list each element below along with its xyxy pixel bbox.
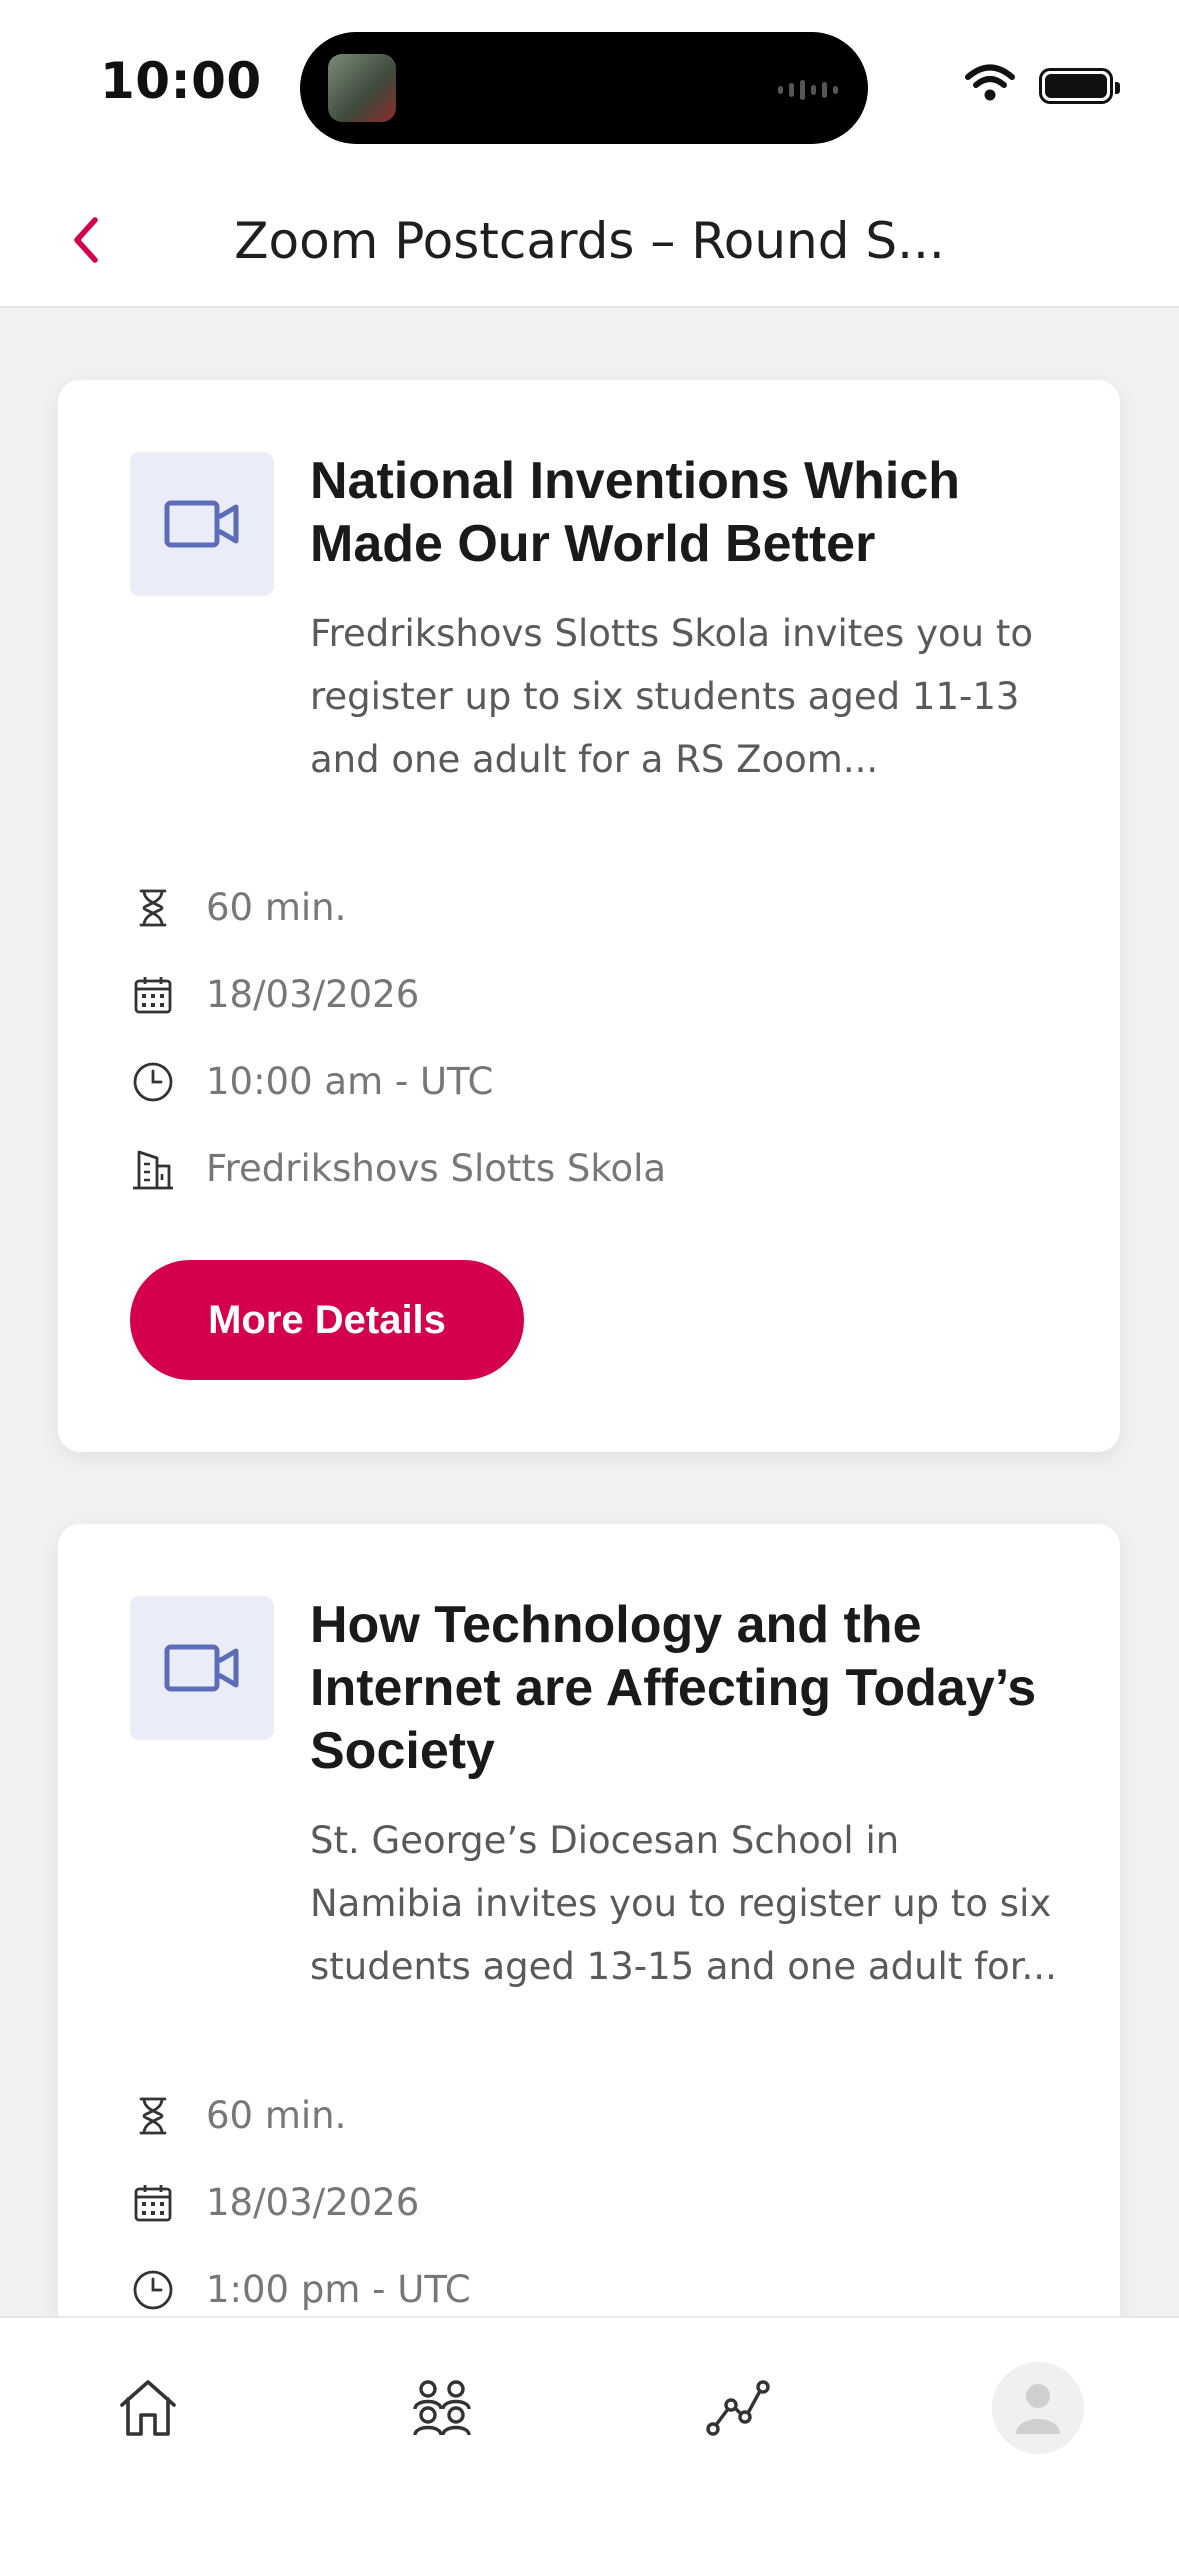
event-list[interactable]: National Inventions Which Made Our World… [0,310,1179,2316]
status-icons [965,64,1120,107]
audio-wave-icon [778,80,838,100]
wifi-icon [965,64,1015,107]
status-bar: 10:00 [0,0,1179,170]
duration-row: 60 min. [130,864,1080,951]
video-camera-icon [130,452,274,596]
building-icon [130,1146,176,1192]
status-time: 10:00 [100,52,262,110]
back-button[interactable] [56,210,116,270]
event-title: National Inventions Which Made Our World… [310,452,961,573]
tab-home[interactable] [98,2358,198,2458]
more-details-button[interactable]: More Details [130,1260,524,1380]
tab-bar [0,2316,1179,2556]
clock-icon [130,1059,176,1105]
time-text: 10:00 am - UTC [206,1060,494,1103]
event-card[interactable]: National Inventions Which Made Our World… [58,380,1120,1452]
event-meta: 60 min. 18/03/2026 [130,2072,1080,2316]
clock-icon [130,2267,176,2313]
date-row: 18/03/2026 [130,2159,1080,2246]
time-text: 1:00 pm - UTC [206,2268,471,2311]
calendar-icon [130,972,176,1018]
navigation-bar: Zoom Postcards – Round S... [0,170,1179,308]
hourglass-icon [130,885,176,931]
profile-avatar [992,2362,1084,2454]
duration-row: 60 min. [130,2072,1080,2159]
tab-activity[interactable] [688,2358,788,2458]
activity-icon [706,2380,770,2436]
home-icon [120,2380,176,2436]
time-row: 10:00 am - UTC [130,1038,1080,1125]
tab-groups[interactable] [392,2358,492,2458]
chevron-left-icon [74,217,98,263]
event-meta: 60 min. 18/03/2026 [130,864,1080,1212]
video-camera-icon [130,1596,274,1740]
now-playing-thumbnail [328,54,396,122]
event-card[interactable]: How Technology and the Internet are Affe… [58,1524,1120,2316]
date-text: 18/03/2026 [206,973,420,1016]
person-icon [1016,2384,1060,2434]
tab-profile[interactable] [988,2358,1088,2458]
battery-icon [1039,67,1120,104]
location-text: Fredrikshovs Slotts Skola [206,1147,667,1190]
time-row: 1:00 pm - UTC [130,2246,1080,2316]
event-title: How Technology and the Internet are Affe… [310,1596,1037,1780]
groups-icon [413,2380,471,2436]
event-description: Fredrikshovs Slotts Skola invites you to… [310,612,1033,781]
event-description: St. George’s Diocesan School in Namibia … [310,1819,1057,1988]
dynamic-island [300,32,868,144]
date-row: 18/03/2026 [130,951,1080,1038]
date-text: 18/03/2026 [206,2181,420,2224]
duration-text: 60 min. [206,886,347,929]
duration-text: 60 min. [206,2094,347,2137]
page-title: Zoom Postcards – Round S... [234,212,945,270]
calendar-icon [130,2180,176,2226]
hourglass-icon [130,2093,176,2139]
location-row: Fredrikshovs Slotts Skola [130,1125,1080,1212]
